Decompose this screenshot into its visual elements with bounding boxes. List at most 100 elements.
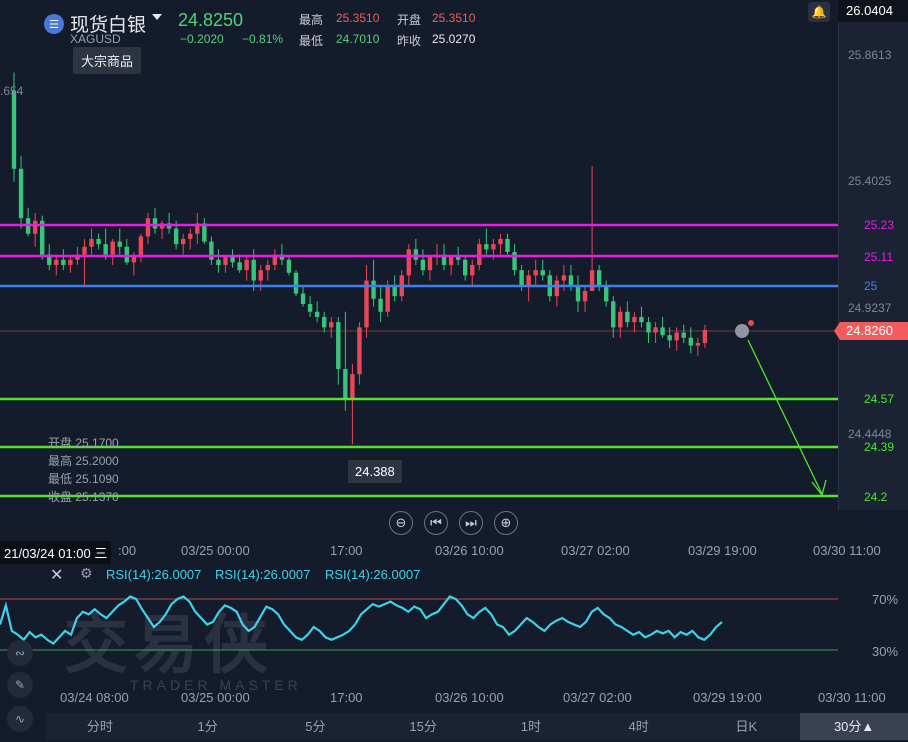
candle-body (110, 241, 115, 255)
current-price-tag: 24.8260 (834, 322, 908, 340)
candle-body (371, 280, 376, 299)
ohlc-close: 收盘 25.1370 (48, 490, 119, 504)
candle-body (625, 311, 630, 323)
tab-5m[interactable]: 5分 (262, 713, 370, 740)
candle-body (554, 280, 560, 297)
time-label: :00 (118, 543, 137, 558)
prev-close-value: 25.0270 (432, 32, 476, 46)
tab-fenshi[interactable]: 分时 (46, 713, 154, 740)
candle-body (463, 259, 468, 276)
info-icon[interactable] (735, 324, 749, 338)
candle-body (322, 316, 327, 328)
candle-body (230, 257, 235, 263)
candle-body (68, 259, 73, 265)
rsi-time-label: 03/25 00:00 (181, 690, 250, 705)
candle-body (674, 332, 679, 341)
rsi-time-label: 03/24 08:00 (60, 690, 129, 705)
candlestick-chart[interactable] (0, 0, 838, 510)
price-change: −0.2020 (180, 32, 224, 46)
prev-close-label: 昨收 (397, 34, 422, 48)
high-value: 25.3510 (336, 11, 380, 25)
rsi-label: RSI(14):26.0007 (106, 567, 202, 582)
tab-1h[interactable]: 1时 (477, 713, 585, 740)
candle-body (660, 327, 665, 336)
tab-4h[interactable]: 4时 (585, 713, 693, 740)
candle-body (145, 218, 151, 237)
candle-body (702, 329, 708, 343)
level-tag[interactable]: 24.39 (840, 438, 908, 456)
candle-body (307, 303, 313, 312)
candle-body (188, 233, 193, 239)
candle-body (406, 249, 411, 276)
candle-body (477, 244, 482, 265)
candle-body (61, 259, 66, 265)
candle-body (237, 262, 242, 271)
zoom-out-button[interactable]: ⊖ (389, 511, 413, 535)
time-label: 03/27 02:00 (561, 543, 630, 558)
period-tabs: 分时 1分 5分 15分 1时 4时 日K 30分▲ (46, 713, 908, 740)
candle-body (54, 259, 59, 265)
scroll-left-button[interactable]: ⏮ (424, 511, 448, 535)
line-chart-icon[interactable]: ∿ (7, 706, 33, 732)
candle-body (265, 264, 270, 271)
candle-body (96, 238, 101, 245)
candle-body (314, 311, 320, 317)
candle-body (491, 244, 496, 250)
candle-body (632, 316, 637, 323)
price-change-pct: −0.81% (242, 32, 284, 46)
candle-body (519, 270, 524, 286)
tab-15m[interactable]: 15分 (369, 713, 477, 740)
candle-body (392, 285, 397, 297)
candle-body (505, 238, 510, 252)
candle-body (89, 238, 94, 247)
category-tooltip: 大宗商品 (73, 47, 142, 74)
level-tag[interactable]: 24.2 (840, 488, 908, 506)
candle-body (427, 257, 433, 271)
rsi-time-label: 03/27 02:00 (563, 690, 632, 705)
bell-icon[interactable]: 🔔 (808, 2, 830, 22)
tab-30m[interactable]: 30分▲ (800, 713, 908, 740)
candle-body (695, 342, 701, 346)
candle-body (646, 322, 651, 333)
candle-body (82, 246, 87, 255)
candle-body (357, 327, 362, 375)
candle-body (364, 280, 369, 328)
candle-body (667, 335, 672, 341)
candle-body (484, 244, 489, 250)
candle-body (258, 270, 263, 281)
draw-pencil-icon[interactable]: ✎ (7, 672, 33, 698)
low-marker: 24.388 (348, 460, 402, 483)
candle-body (124, 246, 129, 263)
level-tag[interactable]: 25.23 (840, 216, 908, 234)
settings-icon[interactable]: ⚙ (80, 565, 93, 582)
candle-body (378, 298, 383, 312)
candle-body (561, 275, 567, 281)
close-icon[interactable]: ✕ (50, 565, 63, 585)
tab-daily[interactable]: 日K (693, 713, 801, 740)
candle-body (526, 275, 531, 286)
candle-body (596, 270, 602, 286)
level-tag[interactable]: 25 (840, 277, 908, 295)
candle-body (336, 322, 341, 369)
candle-body (639, 316, 644, 323)
ohlc-low: 最低 25.1090 (48, 472, 119, 486)
zoom-in-button[interactable]: ⊕ (494, 511, 518, 535)
candle-body (293, 272, 299, 294)
chevron-down-icon[interactable] (152, 14, 162, 20)
candle-body (329, 322, 334, 328)
candle-body (498, 238, 503, 245)
candle-body (618, 311, 623, 328)
watermark: 交易侠 (64, 609, 274, 683)
candle-body (11, 90, 17, 169)
level-tag[interactable]: 24.57 (840, 390, 908, 408)
tab-1m[interactable]: 1分 (154, 713, 262, 740)
crosshair-time: 21/03/24 01:00 三 (0, 541, 112, 564)
scroll-right-button[interactable]: ⏭ (459, 511, 483, 535)
alert-dot (748, 320, 754, 326)
candle-body (385, 285, 390, 312)
level-tag[interactable]: 25.11 (840, 248, 908, 266)
chart-app: 26.0404 25.8613 25.4025 24.9237 24.4448 … (0, 0, 908, 742)
rsi-time-label: 17:00 (330, 690, 363, 705)
indicator-tool-icon[interactable]: ∾ (7, 640, 33, 666)
candle-body (653, 327, 658, 333)
